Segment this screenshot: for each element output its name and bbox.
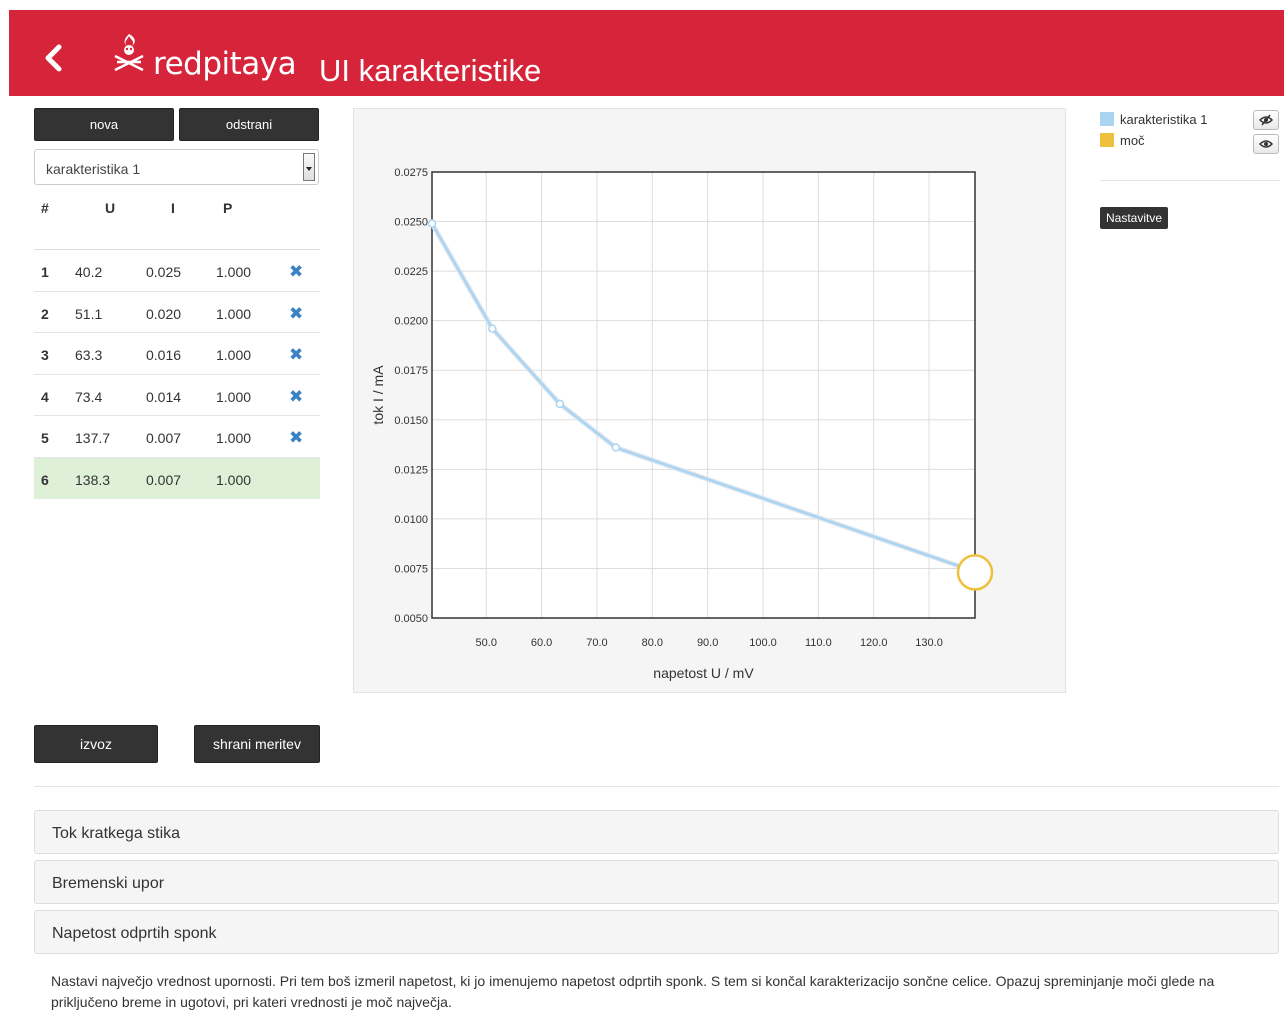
cell-i: 0.007 (146, 430, 182, 446)
data-point (611, 443, 621, 452)
save-measurement-button[interactable]: shrani meritev (194, 725, 320, 763)
divider (1100, 180, 1280, 181)
legend-label: moč (1120, 133, 1145, 148)
settings-button[interactable]: Nastavitve (1100, 207, 1169, 229)
table-row[interactable]: 3 63.3 0.016 1.000 ✖ (34, 333, 320, 375)
page-title: UI karakteristike (319, 53, 542, 88)
table-header: # U I P (34, 190, 320, 250)
delete-row-icon[interactable]: ✖ (289, 345, 303, 365)
cell-p: 1.000 (216, 430, 252, 446)
cell-i: 0.014 (146, 388, 182, 405)
x-axis-label: napetost U / mV (653, 665, 754, 681)
redpitaya-logo-icon (114, 34, 144, 72)
x-tick-label: 90.0 (697, 637, 718, 649)
export-button[interactable]: izvoz (34, 725, 158, 763)
cell-p: 1.000 (216, 388, 252, 405)
data-point (555, 399, 565, 409)
app-header: redpitaya UI karakteristike (9, 10, 1284, 96)
y-tick-label: 0.0150 (394, 415, 428, 427)
y-tick-label: 0.0250 (394, 217, 428, 229)
y-tick-label: 0.0075 (394, 563, 428, 575)
cell-p: 1.000 (216, 305, 252, 322)
y-tick-label: 0.0275 (394, 167, 428, 179)
table-row[interactable]: 4 73.4 0.014 1.000 ✖ (34, 375, 320, 416)
y-tick-label: 0.0125 (394, 464, 428, 476)
x-tick-label: 70.0 (586, 637, 607, 649)
row-number: 5 (41, 430, 49, 446)
highlighted-point (956, 554, 994, 591)
cell-i: 0.020 (146, 305, 182, 322)
data-point (488, 324, 497, 333)
measurements-table: # U I P 1 40.2 0.025 1.000 ✖ 2 51.1 0.02… (34, 190, 320, 499)
col-number: # (41, 200, 49, 216)
accordion-title: Bremenski upor (52, 875, 165, 892)
x-tick-label: 50.0 (476, 637, 497, 649)
row-number: 4 (41, 388, 49, 405)
delete-row-icon[interactable]: ✖ (289, 262, 303, 282)
accordion-open-circuit[interactable]: Napetost odprtih sponk (34, 910, 1279, 954)
cell-i: 0.016 (146, 347, 182, 363)
x-tick-label: 60.0 (531, 637, 552, 649)
y-axis-label: tok I / mA (370, 365, 386, 425)
iv-chart[interactable]: 50.0 60.0 70.0 80.0 90.0 100.0 110.0 120.0 130.0… (354, 109, 1067, 694)
row-number: 6 (41, 471, 49, 488)
y-tick-label: 0.0175 (394, 365, 428, 377)
cell-p: 1.000 (216, 347, 252, 363)
table-row[interactable]: 1 40.2 0.025 1.000 ✖ (34, 250, 320, 292)
y-tick-label: 0.0200 (394, 316, 428, 328)
table-row[interactable]: 5 137.7 0.007 1.000 ✖ (34, 416, 320, 458)
characteristic-select[interactable]: karakteristika 1 (34, 149, 319, 185)
accordion-short-circuit[interactable]: Tok kratkega stika (34, 810, 1279, 854)
delete-row-icon[interactable]: ✖ (289, 428, 303, 448)
cell-p: 1.000 (216, 264, 252, 280)
x-tick-label: 100.0 (749, 637, 777, 649)
accordion-title: Napetost odprtih sponk (52, 925, 217, 942)
delete-row-icon[interactable]: ✖ (289, 387, 303, 407)
x-tick-label: 130.0 (915, 637, 943, 649)
hide-series-icon[interactable] (1253, 110, 1279, 130)
x-tick-label: 80.0 (642, 637, 663, 649)
row-number: 3 (41, 347, 49, 363)
cell-u: 137.7 (75, 430, 111, 446)
delete-row-icon[interactable]: ✖ (289, 304, 303, 324)
plot-area (432, 172, 975, 618)
row-number: 1 (41, 264, 49, 280)
accordion-content: Nastavi največjo vrednost upornosti. Pri… (51, 973, 1215, 1010)
new-button[interactable]: nova (34, 108, 174, 141)
remove-button[interactable]: odstrani (179, 108, 319, 141)
legend-swatch (1100, 112, 1114, 126)
cell-i: 0.007 (146, 471, 182, 488)
col-i: I (171, 200, 175, 216)
cell-u: 51.1 (75, 305, 103, 322)
col-p: P (223, 200, 233, 216)
cell-u: 73.4 (75, 388, 103, 405)
x-tick-label: 110.0 (805, 637, 832, 649)
row-number: 2 (41, 305, 49, 322)
accordion-load-resistance[interactable]: Bremenski upor (34, 860, 1279, 904)
back-chevron-icon[interactable] (39, 43, 69, 73)
y-tick-label: 0.0225 (394, 266, 428, 278)
selected-characteristic: karakteristika 1 (46, 161, 141, 177)
cell-u: 63.3 (75, 347, 103, 363)
divider (34, 786, 1279, 787)
table-row[interactable]: 2 51.1 0.020 1.000 ✖ (34, 292, 320, 333)
y-tick-label: 0.0100 (394, 514, 428, 526)
brand-name: redpitaya (153, 46, 297, 82)
col-u: U (105, 200, 116, 216)
cell-u: 138.3 (75, 471, 111, 488)
legend-swatch (1100, 133, 1114, 147)
legend-label: karakteristika 1 (1120, 112, 1208, 127)
data-point (427, 219, 437, 228)
show-series-icon[interactable] (1253, 134, 1279, 154)
y-tick-label: 0.0050 (394, 613, 428, 625)
table-row-selected[interactable]: 6 138.3 0.007 1.000 (34, 457, 320, 499)
accordion-title: Tok kratkega stika (52, 825, 181, 842)
chevron-down-icon[interactable] (303, 153, 315, 181)
chart-panel: 50.0 60.0 70.0 80.0 90.0 100.0 110.0 120.0 130.0… (353, 108, 1066, 693)
x-tick-label: 120.0 (860, 637, 888, 649)
cell-p: 1.000 (216, 471, 252, 488)
cell-u: 40.2 (75, 264, 103, 280)
cell-i: 0.025 (146, 264, 182, 280)
